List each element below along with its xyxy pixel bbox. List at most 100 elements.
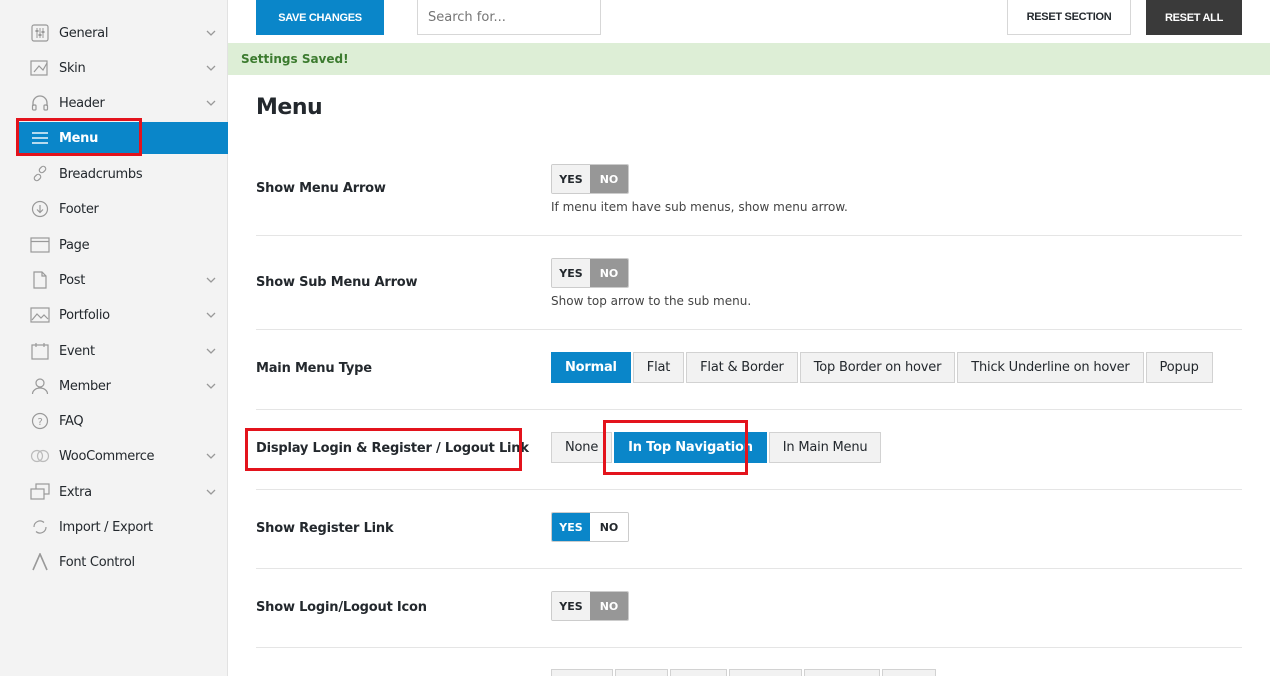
no-option[interactable]: NO <box>590 592 628 620</box>
show-register-link-toggle: YES NO <box>551 512 629 542</box>
yes-option[interactable]: YES <box>552 259 590 287</box>
sidebar: General Skin Header Menu Breadcrumbs Foo… <box>0 0 228 676</box>
reset-all-button[interactable]: RESET ALL <box>1146 0 1242 35</box>
sidebar-item-label: Header <box>59 95 105 111</box>
sidebar-item-label: Member <box>59 378 111 394</box>
calendar-icon <box>28 340 52 362</box>
yes-option[interactable]: YES <box>552 513 590 541</box>
option-popup[interactable]: Popup <box>1145 352 1213 383</box>
sidebar-item-skin[interactable]: Skin <box>18 52 228 84</box>
option-flat-border[interactable]: Flat & Border <box>686 352 798 383</box>
display-login-buttonset: None In Top Navigation In Main Menu <box>551 432 883 463</box>
document-icon <box>28 269 52 291</box>
image-icon <box>28 304 52 326</box>
partial-option[interactable] <box>804 669 880 676</box>
sidebar-item-label: Font Control <box>59 554 135 570</box>
setting-label: Show Menu Arrow <box>256 181 386 196</box>
svg-text:?: ? <box>37 417 42 428</box>
setting-row-show-menu-arrow: Show Menu Arrow YES NO If menu item have… <box>256 142 1242 236</box>
sidebar-item-label: Extra <box>59 484 92 500</box>
arrow-down-circle-icon <box>28 198 52 220</box>
sidebar-item-header[interactable]: Header <box>18 87 228 119</box>
option-none[interactable]: None <box>551 432 613 463</box>
partial-option[interactable] <box>882 669 936 676</box>
partial-option[interactable] <box>551 669 613 676</box>
setting-field: YES NO <box>551 591 629 621</box>
setting-row-show-login-icon: Show Login/Logout Icon YES NO <box>256 569 1242 648</box>
sidebar-item-menu[interactable]: Menu <box>18 122 228 154</box>
headphones-icon <box>28 92 52 114</box>
sidebar-item-label: Footer <box>59 201 99 217</box>
sidebar-item-label: Menu <box>59 130 99 146</box>
option-flat[interactable]: Flat <box>632 352 685 383</box>
setting-field: YES NO Show top arrow to the sub menu. <box>551 258 751 308</box>
chevron-down-icon <box>204 312 218 318</box>
sidebar-item-label: Page <box>59 237 90 253</box>
option-in-main-menu[interactable]: In Main Menu <box>768 432 882 463</box>
sidebar-item-post[interactable]: Post <box>18 264 228 296</box>
chevron-down-icon <box>204 277 218 283</box>
option-top-border-hover[interactable]: Top Border on hover <box>799 352 956 383</box>
sidebar-item-event[interactable]: Event <box>18 335 228 367</box>
paint-icon <box>28 57 52 79</box>
hamburger-icon <box>28 127 52 149</box>
font-icon <box>28 551 52 573</box>
sync-icon <box>28 516 52 538</box>
sidebar-item-font-control[interactable]: Font Control <box>18 546 228 578</box>
yes-option[interactable]: YES <box>552 165 590 193</box>
setting-label: Main Menu Type <box>256 361 372 376</box>
sidebar-item-label: Event <box>59 343 95 359</box>
sidebar-item-extra[interactable]: Extra <box>18 476 228 508</box>
sidebar-item-label: Portfolio <box>59 307 110 323</box>
sliders-icon <box>28 22 52 44</box>
setting-label: Show Register Link <box>256 521 394 536</box>
page-icon <box>28 234 52 256</box>
sidebar-item-label: Breadcrumbs <box>59 166 143 182</box>
no-option[interactable]: NO <box>590 513 628 541</box>
chevron-down-icon <box>204 65 218 71</box>
layers-icon <box>28 481 52 503</box>
partial-option[interactable] <box>670 669 727 676</box>
option-in-top-navigation[interactable]: In Top Navigation <box>614 432 767 463</box>
partial-option[interactable] <box>729 669 802 676</box>
setting-label: Show Login/Logout Icon <box>256 600 427 615</box>
sidebar-item-import-export[interactable]: Import / Export <box>18 511 228 543</box>
sidebar-item-page[interactable]: Page <box>18 229 228 261</box>
chevron-down-icon <box>204 453 218 459</box>
chevron-down-icon <box>204 383 218 389</box>
show-login-icon-toggle: YES NO <box>551 591 629 621</box>
setting-field: YES NO If menu item have sub menus, show… <box>551 164 848 214</box>
show-sub-menu-arrow-toggle: YES NO <box>551 258 629 288</box>
save-changes-button[interactable]: SAVE CHANGES <box>256 0 384 35</box>
main-menu-type-buttonset: Normal Flat Flat & Border Top Border on … <box>551 352 1215 383</box>
setting-row-show-sub-menu-arrow: Show Sub Menu Arrow YES NO Show top arro… <box>256 236 1242 330</box>
option-thick-underline-hover[interactable]: Thick Underline on hover <box>957 352 1144 383</box>
toolbar: SAVE CHANGES RESET SECTION RESET ALL <box>228 0 1280 43</box>
setting-row-display-login: Display Login & Register / Logout Link N… <box>256 410 1242 490</box>
link-icon <box>28 163 52 185</box>
partial-option[interactable] <box>615 669 668 676</box>
setting-field: None In Top Navigation In Main Menu <box>551 432 883 463</box>
search-input[interactable] <box>417 0 601 35</box>
sidebar-item-breadcrumbs[interactable]: Breadcrumbs <box>18 158 228 190</box>
sidebar-item-member[interactable]: Member <box>18 370 228 402</box>
next-row-buttonset-partial <box>551 669 938 676</box>
sidebar-item-faq[interactable]: ? FAQ <box>18 405 228 437</box>
user-icon <box>28 375 52 397</box>
sidebar-item-portfolio[interactable]: Portfolio <box>18 299 228 331</box>
chevron-down-icon <box>204 489 218 495</box>
no-option[interactable]: NO <box>590 259 628 287</box>
sidebar-item-footer[interactable]: Footer <box>18 193 228 225</box>
reset-section-button[interactable]: RESET SECTION <box>1007 0 1131 35</box>
sidebar-item-woocommerce[interactable]: WooCommerce <box>18 440 228 472</box>
option-normal[interactable]: Normal <box>551 352 631 383</box>
setting-row-show-register-link: Show Register Link YES NO <box>256 490 1242 569</box>
sidebar-item-label: Skin <box>59 60 86 76</box>
no-option[interactable]: NO <box>590 165 628 193</box>
sidebar-item-general[interactable]: General <box>18 17 228 49</box>
chevron-down-icon <box>204 348 218 354</box>
settings-saved-notice: Settings Saved! <box>228 43 1270 75</box>
setting-label: Display Login & Register / Logout Link <box>256 441 529 456</box>
sidebar-item-label: Import / Export <box>59 519 153 535</box>
yes-option[interactable]: YES <box>552 592 590 620</box>
